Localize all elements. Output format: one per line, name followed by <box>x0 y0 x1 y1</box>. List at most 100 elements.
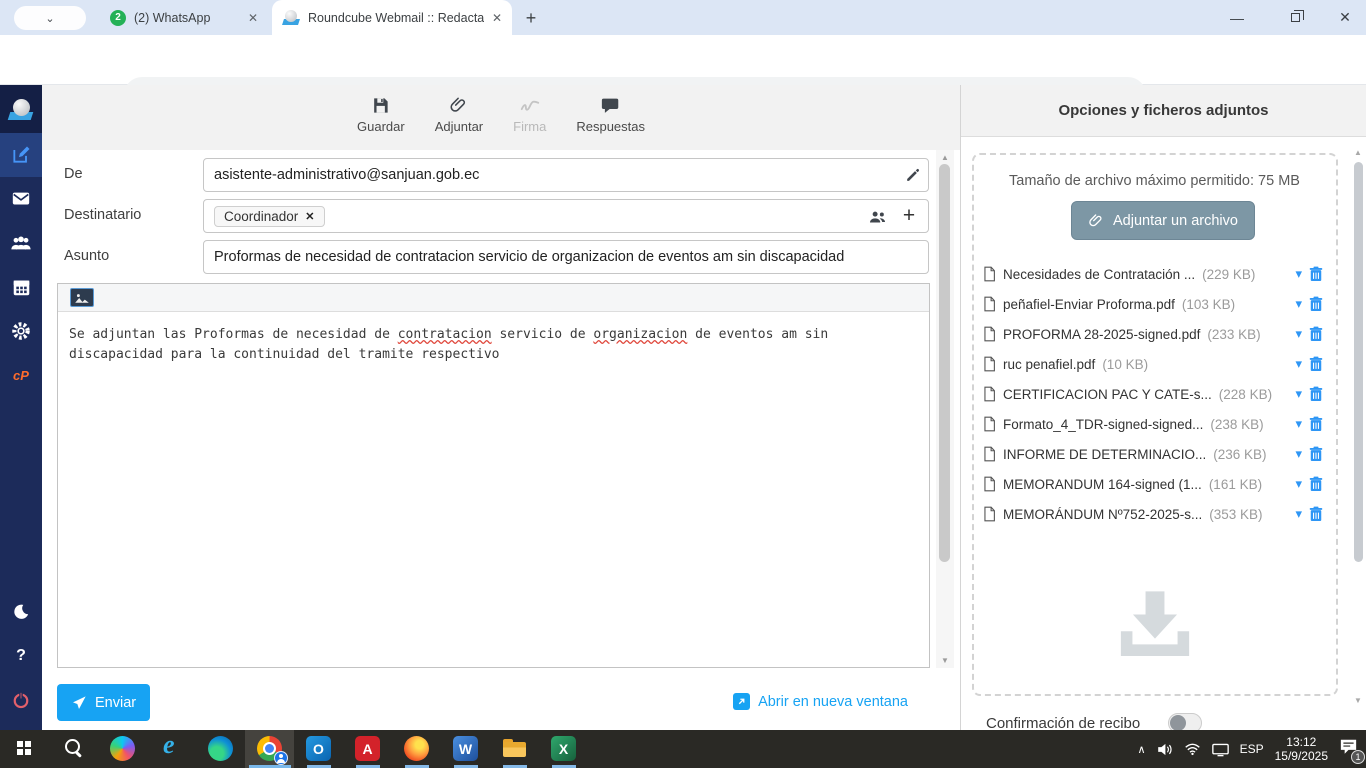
signature-button[interactable]: Firma <box>513 96 546 150</box>
scroll-down-icon[interactable]: ▼ <box>1350 696 1366 705</box>
from-input[interactable]: asistente-administrativo@sanjuan.gob.ec <box>203 158 929 192</box>
taskbar-app-excel[interactable] <box>539 730 588 768</box>
wifi-icon[interactable] <box>1184 742 1201 756</box>
tab-roundcube[interactable]: Roundcube Webmail :: Redactar ✕ <box>272 0 512 35</box>
window-close-button[interactable]: ✕ <box>1322 0 1366 35</box>
save-button[interactable]: Guardar <box>357 96 405 150</box>
pdf-file-icon <box>983 266 996 282</box>
attachment-name[interactable]: INFORME DE DETERMINACIO... <box>1003 447 1206 462</box>
attach-file-button[interactable]: Adjuntar un archivo <box>1071 201 1255 240</box>
taskbar-app-start[interactable] <box>0 730 49 768</box>
attachment-menu-caret-icon[interactable]: ▾ <box>1295 326 1302 342</box>
close-tab-icon[interactable]: ✕ <box>248 11 258 25</box>
attachment-name[interactable]: CERTIFICACION PAC Y CATE-s... <box>1003 387 1212 402</box>
scroll-down-icon[interactable]: ▼ <box>936 656 954 665</box>
attachment-menu-caret-icon[interactable]: ▾ <box>1295 266 1302 282</box>
sidebar-item-compose[interactable] <box>0 133 42 177</box>
tab-whatsapp[interactable]: 2 (2) WhatsApp ✕ <box>100 0 268 35</box>
taskbar-app-word[interactable] <box>441 730 490 768</box>
attachment-name[interactable]: PROFORMA 28-2025-signed.pdf <box>1003 327 1200 342</box>
language-indicator[interactable]: ESP <box>1240 742 1264 756</box>
delete-attachment-icon[interactable] <box>1309 476 1323 492</box>
edit-identity-button[interactable] <box>898 158 928 192</box>
gear-icon <box>11 321 31 341</box>
scroll-up-icon[interactable]: ▲ <box>1350 148 1366 157</box>
attachment-name[interactable]: peñafiel-Enviar Proforma.pdf <box>1003 297 1175 312</box>
panel-scrollbar[interactable]: ▲ ▼ <box>1350 148 1366 705</box>
notification-center-button[interactable]: 1 <box>1339 738 1358 760</box>
scrollbar-thumb[interactable] <box>1354 162 1363 562</box>
to-input[interactable]: Coordinador ✕ <box>203 199 929 233</box>
remove-recipient-icon[interactable]: ✕ <box>305 210 314 223</box>
taskbar-app-search[interactable] <box>49 730 98 768</box>
compose-scrollbar[interactable]: ▲ ▼ <box>936 150 954 668</box>
sidebar-item-calendar[interactable] <box>0 265 42 309</box>
delete-attachment-icon[interactable] <box>1309 296 1323 312</box>
roundcube-logo-icon <box>8 99 34 120</box>
taskbar-app-acrobat[interactable] <box>343 730 392 768</box>
send-button[interactable]: Enviar <box>57 684 150 721</box>
open-new-window-link[interactable]: Abrir en nueva ventana <box>733 693 908 710</box>
receipt-label: Confirmación de recibo <box>986 715 1140 732</box>
roundcube-logo[interactable] <box>0 85 42 133</box>
delete-attachment-icon[interactable] <box>1309 506 1323 522</box>
address-book-button[interactable] <box>862 199 892 233</box>
message-body-input[interactable]: Se adjuntan las Proformas de necesidad d… <box>58 312 918 378</box>
scroll-up-icon[interactable]: ▲ <box>936 153 954 162</box>
window-minimize-button[interactable]: — <box>1214 0 1260 35</box>
attachment-name[interactable]: MEMORÁNDUM Nº752-2025-s... <box>1003 507 1202 522</box>
sidebar-item-cpanel[interactable]: cP <box>0 353 42 397</box>
sidebar-item-help[interactable]: ? <box>0 634 42 678</box>
insert-image-button[interactable] <box>70 288 94 307</box>
delete-attachment-icon[interactable] <box>1309 446 1323 462</box>
attachment-menu-caret-icon[interactable]: ▾ <box>1295 446 1302 462</box>
taskbar-app-firefox[interactable] <box>392 730 441 768</box>
scrollbar-thumb[interactable] <box>939 164 950 562</box>
sidebar-item-logout[interactable] <box>0 678 42 722</box>
delete-attachment-icon[interactable] <box>1309 266 1323 282</box>
connect-display-icon[interactable] <box>1212 742 1229 757</box>
attachment-item: MEMORANDUM 164-signed (1... (161 KB) ▾ <box>983 469 1323 499</box>
subject-input[interactable]: Proformas de necesidad de contratacion s… <box>203 240 929 274</box>
taskbar-app-copilot[interactable] <box>98 730 147 768</box>
taskbar-app-chrome[interactable] <box>245 730 294 768</box>
taskbar-app-explorer[interactable] <box>490 730 539 768</box>
attachment-name[interactable]: Formato_4_TDR-signed-signed... <box>1003 417 1203 432</box>
recipient-pill[interactable]: Coordinador ✕ <box>214 206 325 227</box>
attachment-menu-caret-icon[interactable]: ▾ <box>1295 476 1302 492</box>
attach-button[interactable]: Adjuntar <box>435 96 483 150</box>
responses-button[interactable]: Respuestas <box>576 96 645 150</box>
attachment-name[interactable]: Necesidades de Contratación ... <box>1003 267 1195 282</box>
sidebar-item-settings[interactable] <box>0 309 42 353</box>
taskbar-app-edge[interactable] <box>196 730 245 768</box>
clock[interactable]: 13:12 15/9/2025 <box>1275 735 1328 763</box>
delete-attachment-icon[interactable] <box>1309 386 1323 402</box>
taskbar-app-outlook[interactable] <box>294 730 343 768</box>
tab-search-button[interactable]: ⌄ <box>14 6 86 30</box>
delete-attachment-icon[interactable] <box>1309 326 1323 342</box>
sidebar-item-contacts[interactable] <box>0 221 42 265</box>
attachment-name[interactable]: ruc penafiel.pdf <box>1003 357 1095 372</box>
attachment-menu-caret-icon[interactable]: ▾ <box>1295 356 1302 372</box>
delete-attachment-icon[interactable] <box>1309 356 1323 372</box>
attachment-menu-caret-icon[interactable]: ▾ <box>1295 506 1302 522</box>
tray-expand-icon[interactable]: ∧ <box>1138 743 1146 756</box>
message-editor: Se adjuntan las Proformas de necesidad d… <box>57 283 930 668</box>
attachment-item: INFORME DE DETERMINACIO...(236 KB)▾ <box>983 439 1323 469</box>
add-recipient-button[interactable]: + <box>894 199 924 233</box>
attachment-size: (161 KB) <box>1209 477 1262 492</box>
attachment-menu-caret-icon[interactable]: ▾ <box>1295 386 1302 402</box>
volume-icon[interactable] <box>1157 742 1173 757</box>
attachment-menu-caret-icon[interactable]: ▾ <box>1295 296 1302 312</box>
sidebar-item-mail[interactable] <box>0 177 42 221</box>
copilot-icon <box>110 736 135 761</box>
window-restore-button[interactable] <box>1272 0 1318 35</box>
compose-toolbar: Guardar Adjuntar Firma Respuestas <box>42 85 960 150</box>
attachment-name[interactable]: MEMORANDUM 164-signed (1... <box>1003 477 1202 492</box>
new-tab-button[interactable]: + <box>518 5 544 31</box>
delete-attachment-icon[interactable] <box>1309 416 1323 432</box>
taskbar-app-iexplorer[interactable] <box>147 730 196 768</box>
attachment-menu-caret-icon[interactable]: ▾ <box>1295 416 1302 432</box>
close-tab-icon[interactable]: ✕ <box>492 11 502 25</box>
sidebar-item-dark-mode[interactable] <box>0 590 42 634</box>
